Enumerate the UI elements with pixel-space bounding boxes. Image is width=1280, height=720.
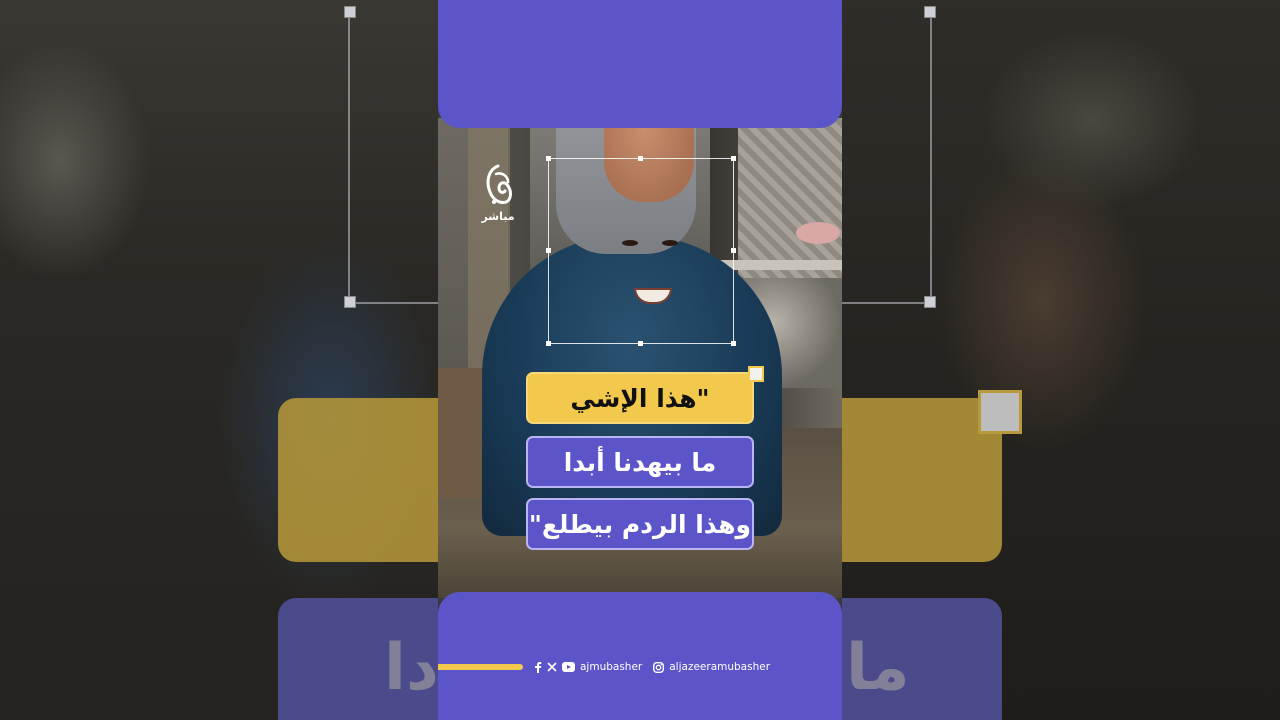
logo-subtitle: مباشر (481, 210, 515, 223)
bottom-band (438, 592, 842, 720)
aljazeera-logo: مباشر (478, 162, 518, 226)
background-quote-box-yellow-left (278, 398, 438, 562)
quote-line-2: ما بيهدنا أبدا (526, 436, 754, 488)
youtube-icon[interactable] (562, 662, 575, 672)
social-handle-secondary[interactable]: aljazeeramubasher (669, 661, 770, 673)
background-handle (344, 296, 356, 308)
face-selection-frame (546, 156, 736, 346)
background-selection-frame-right (842, 10, 932, 304)
background-big-text-left: دا (384, 631, 439, 705)
progress-bar (438, 664, 523, 670)
selection-handle (546, 341, 551, 346)
selection-handle (638, 156, 643, 161)
x-icon[interactable] (547, 662, 557, 672)
background-big-text-right: ما (846, 631, 910, 705)
aljazeera-logo-icon (486, 164, 512, 204)
facebook-icon[interactable] (534, 661, 542, 673)
scene-shelf (716, 260, 842, 270)
social-handles: ajmubasher aljazeeramubasher (534, 658, 770, 676)
quote-line-3: وهذا الردم بيطلع" (526, 498, 754, 550)
selection-handle (731, 248, 736, 253)
selection-handle (731, 156, 736, 161)
background-selection-frame-left (348, 10, 440, 304)
selection-handle (546, 248, 551, 253)
selection-handle (731, 341, 736, 346)
background-handle (344, 6, 356, 18)
video-player[interactable]: مباشر "هذا الإشي ما بيهدنا أبدا وهذا الر… (438, 0, 842, 720)
selection-handle (638, 341, 643, 346)
scene-object (796, 222, 840, 244)
background-handle (924, 6, 936, 18)
quote-line-1: "هذا الإشي (526, 372, 754, 424)
instagram-icon[interactable] (653, 661, 665, 673)
background-handle (924, 296, 936, 308)
background-corner-square (978, 390, 1022, 434)
top-band (438, 0, 842, 128)
social-handle-primary[interactable]: ajmubasher (580, 661, 642, 673)
selection-handle (546, 156, 551, 161)
quote-corner-marker (748, 366, 764, 382)
